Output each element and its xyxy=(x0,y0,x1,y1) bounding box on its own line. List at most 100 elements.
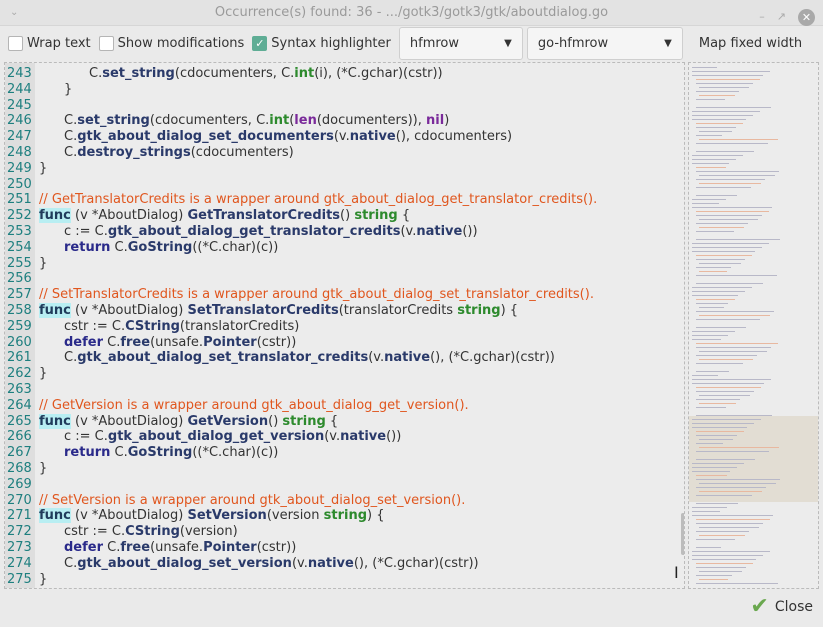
code-token: // SetTranslatorCredits is a wrapper aro… xyxy=(39,287,594,303)
minimap-line xyxy=(699,227,744,228)
minimap-line xyxy=(696,171,779,172)
minimap-line xyxy=(696,487,766,488)
minimap-line xyxy=(699,439,733,440)
minimap-line xyxy=(692,515,773,516)
code-text: c := C.gtk_about_dialog_get_translator_c… xyxy=(64,224,478,240)
code-editor[interactable]: 243 C.set_string(cdocumenters, C.int(i), … xyxy=(4,62,685,589)
code-token: C. xyxy=(64,145,78,160)
checkbox-box[interactable] xyxy=(8,36,23,51)
code-token: free xyxy=(120,334,151,350)
code-line: 248 C.destroy_strings(cdocumenters) xyxy=(5,145,684,161)
language-combo[interactable]: go-hfmrow ▼ xyxy=(526,27,683,60)
code-token: native xyxy=(340,429,387,445)
code-token: cstr := C. xyxy=(64,524,126,540)
code-token: string xyxy=(354,208,398,224)
minimap-line xyxy=(692,247,762,248)
line-number: 275 xyxy=(7,571,32,587)
line-number: 255 xyxy=(7,255,32,271)
code-text: } xyxy=(39,256,47,272)
code-token: (unsafe. xyxy=(150,540,204,555)
minimap-line xyxy=(699,95,735,96)
minimap-line xyxy=(696,575,732,576)
minimap-line xyxy=(692,155,743,156)
map-fixed-width-toggle[interactable]: Map fixed width xyxy=(699,36,802,51)
code-token: } xyxy=(39,366,48,382)
line-number: 266 xyxy=(7,429,32,445)
code-line: 254 return C.GoString((*C.char)(c)) xyxy=(5,240,684,256)
checkbox-box-checked[interactable]: ✓ xyxy=(252,36,268,51)
code-token: (unsafe. xyxy=(150,334,204,350)
minimap-line xyxy=(696,435,737,436)
line-number: 243 xyxy=(7,66,32,81)
line-number: 264 xyxy=(7,397,32,413)
minimap[interactable] xyxy=(688,62,819,589)
show-modifications-checkbox[interactable]: Show modifications xyxy=(98,36,244,51)
line-number: 260 xyxy=(7,334,32,350)
checkbox-box[interactable] xyxy=(98,36,114,51)
minimap-line xyxy=(692,159,736,160)
code-text: // SetVersion is a wrapper around gtk_ab… xyxy=(39,493,465,509)
code-token: destroy_strings xyxy=(77,145,191,160)
line-number: 272 xyxy=(7,524,32,540)
syntax-highlighter-checkbox[interactable]: ✓ Syntax highlighter xyxy=(252,36,391,51)
minimap-line xyxy=(696,523,763,524)
code-token: (translatorCredits xyxy=(338,303,458,318)
code-token: defer xyxy=(64,540,104,555)
minimap-line xyxy=(696,583,778,584)
line-number: 270 xyxy=(7,492,32,508)
syntax-highlighter-label: Syntax highlighter xyxy=(271,36,391,51)
code-line: 244} xyxy=(5,82,684,98)
code-token: SetVersion xyxy=(187,508,267,524)
code-token: free xyxy=(120,540,151,555)
code-token: ()) xyxy=(462,224,478,239)
close-icon[interactable]: ✕ xyxy=(798,8,815,26)
vertical-scrollbar[interactable] xyxy=(681,513,684,555)
minimap-line xyxy=(692,559,756,560)
code-token: (), cdocumenters) xyxy=(395,129,513,145)
minimap-line xyxy=(692,511,720,512)
code-token: native xyxy=(349,129,396,145)
code-text: defer C.free(unsafe.Pointer(cstr)) xyxy=(64,335,296,351)
minimap-line xyxy=(692,551,770,552)
minimap-line xyxy=(696,187,751,188)
code-token: gtk_about_dialog_set_version xyxy=(77,555,292,571)
line-number: 267 xyxy=(7,445,32,461)
minimap-line xyxy=(699,579,728,580)
line-number: 271 xyxy=(7,508,32,524)
minimap-line xyxy=(696,399,740,400)
code-text: } xyxy=(64,82,72,98)
code-token: return xyxy=(64,239,111,255)
minimap-line xyxy=(696,255,752,256)
code-token: cstr := C. xyxy=(64,318,126,334)
minimap-line xyxy=(692,75,763,76)
minimap-line xyxy=(696,343,778,344)
minimap-line xyxy=(692,295,738,296)
code-line: 274 C.gtk_about_dialog_set_version(v.nati… xyxy=(5,556,684,572)
code-token: } xyxy=(64,81,73,97)
code-token: GoString xyxy=(127,239,193,255)
code-token: func xyxy=(39,208,71,224)
line-number: 259 xyxy=(7,318,32,334)
minimap-line xyxy=(699,483,776,484)
window-menu-chevron-down-icon[interactable]: ⌄ xyxy=(10,0,18,26)
code-line: 256 xyxy=(5,271,684,287)
style-combo[interactable]: hfmrow ▼ xyxy=(398,27,523,60)
wrap-text-checkbox[interactable]: Wrap text xyxy=(8,36,91,51)
code-token: (), (*C.gchar)(cstr)) xyxy=(430,350,555,366)
code-token: (cdocumenters) xyxy=(190,145,294,160)
minimap-line xyxy=(696,363,743,364)
code-token: { xyxy=(325,413,339,429)
code-text: C.set_string(cdocumenters, C.int(len(doc… xyxy=(64,113,449,129)
minimap-line xyxy=(692,507,727,508)
line-number: 258 xyxy=(7,303,32,318)
minimap-line xyxy=(692,199,726,200)
minimap-line xyxy=(696,327,746,328)
code-line: 271 func (v *AboutDialog) SetVersion(vers… xyxy=(5,508,684,524)
close-button[interactable]: ✔ Close xyxy=(750,594,813,619)
minimap-line xyxy=(696,311,774,312)
code-token: func xyxy=(39,413,71,429)
line-number: 245 xyxy=(7,97,32,113)
code-text: C.gtk_about_dialog_set_translator_credit… xyxy=(64,350,555,366)
minimap-line xyxy=(692,115,753,116)
line-number: 257 xyxy=(7,287,32,303)
